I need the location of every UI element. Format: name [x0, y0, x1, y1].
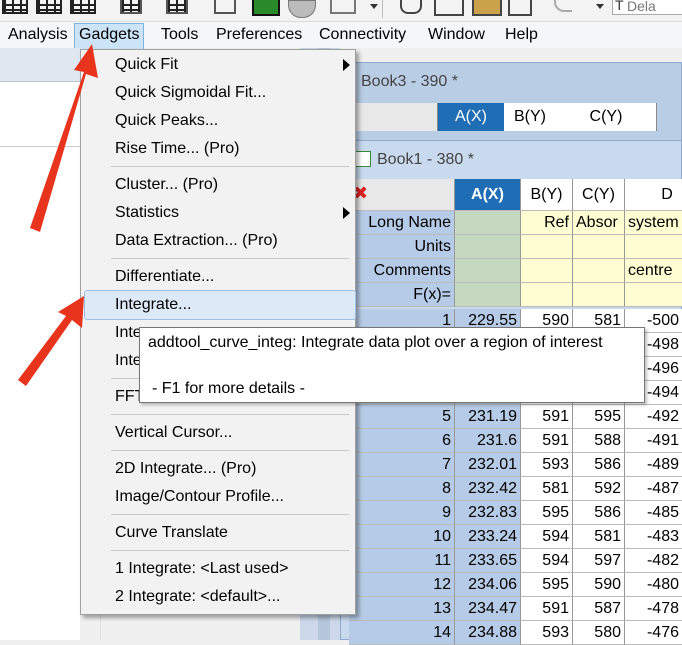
annotation-arrows: [18, 44, 98, 386]
red-arrow-to-integrate: [18, 296, 84, 386]
red-arrow-to-gadgets: [30, 44, 98, 232]
